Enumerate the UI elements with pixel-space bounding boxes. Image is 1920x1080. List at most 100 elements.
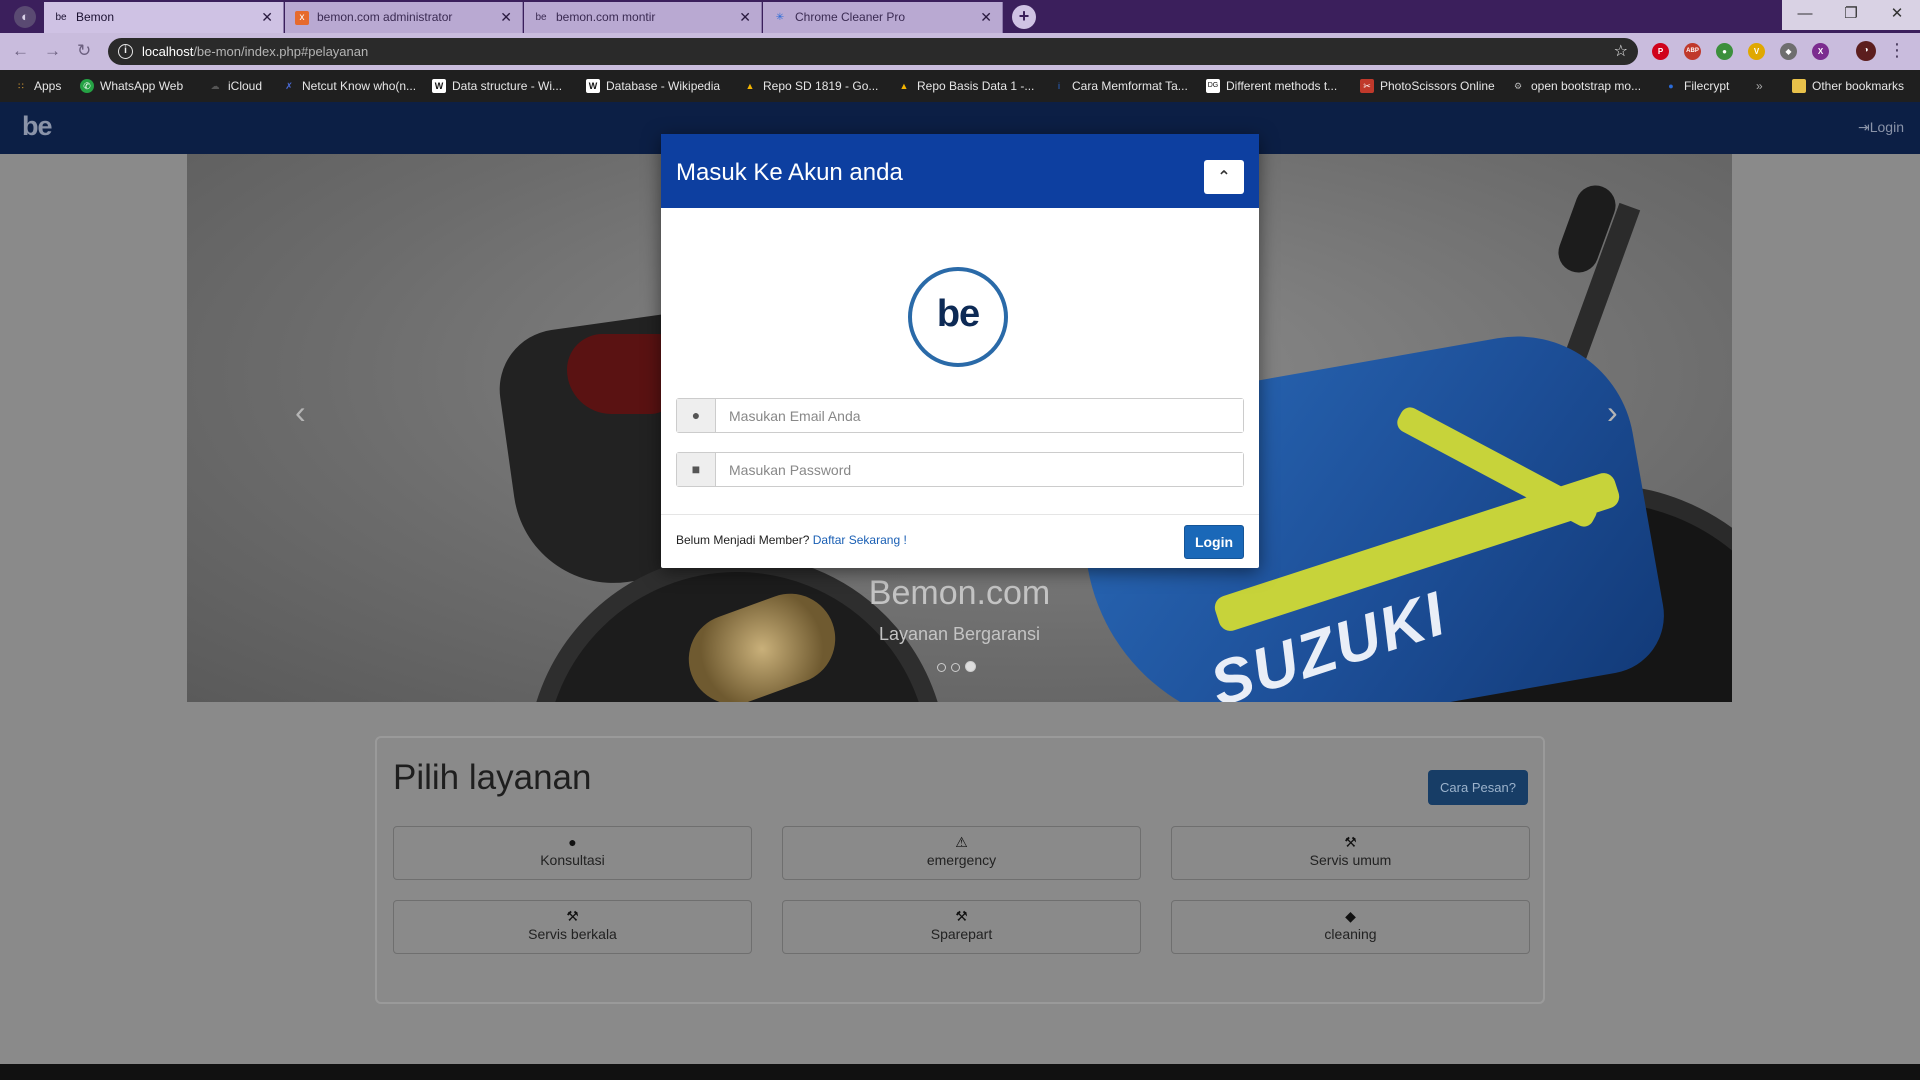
site-brand-logo[interactable]: be xyxy=(22,111,52,142)
carousel-indicator-active[interactable] xyxy=(965,661,976,672)
window-menu-icon[interactable]: ◐ xyxy=(14,6,36,28)
bookmark-open-bootstrap[interactable]: ⚙ open bootstrap mo... xyxy=(1511,70,1641,102)
be-favicon-icon: be xyxy=(535,12,547,23)
carousel-prev-icon[interactable]: ‹ xyxy=(295,394,306,431)
url-host: localhost xyxy=(142,44,194,59)
green-globe-icon[interactable]: ● xyxy=(1716,43,1733,60)
back-arrow-icon[interactable]: ← xyxy=(12,41,29,61)
service-konsultasi-button[interactable]: ● Konsultasi xyxy=(393,826,752,880)
pinterest-icon[interactable]: P xyxy=(1652,43,1669,60)
menu-icon[interactable]: ⋮ xyxy=(1888,40,1906,61)
gear-icon: ⚙ xyxy=(1513,81,1523,91)
adblock-icon[interactable]: ABP xyxy=(1684,43,1701,60)
bookmark-repo-sd[interactable]: ▲ Repo SD 1819 - Go... xyxy=(743,70,879,102)
password-input[interactable] xyxy=(717,453,1243,486)
modal-title: Masuk Ke Akun anda xyxy=(676,159,903,186)
whatsapp-icon: ✆ xyxy=(80,79,94,93)
bookmark-label: iCloud xyxy=(228,79,263,93)
tab-montir[interactable]: be bemon.com montir ✕ xyxy=(524,2,762,33)
xampp-favicon-icon: x xyxy=(295,11,309,25)
close-icon[interactable]: ✕ xyxy=(500,2,512,33)
restore-button[interactable]: ❐ xyxy=(1828,0,1874,30)
bookmark-repo-basis-data[interactable]: ▲ Repo Basis Data 1 -... xyxy=(897,70,1035,102)
info-icon[interactable]: i xyxy=(118,44,133,59)
carousel-next-icon[interactable]: › xyxy=(1607,394,1618,431)
tab-chrome-cleaner[interactable]: ✳ Chrome Cleaner Pro ✕ xyxy=(763,2,1003,33)
tab-bemon[interactable]: be Bemon ✕ xyxy=(44,2,284,33)
carousel-indicators xyxy=(937,659,981,677)
carousel-subtitle: Layanan Bergaransi xyxy=(878,624,1041,644)
wikipedia-icon: W xyxy=(586,79,600,93)
register-prompt: Belum Menjadi Member? Daftar Sekarang ! xyxy=(676,533,907,547)
reload-icon[interactable]: ↻ xyxy=(77,41,91,61)
service-cleaning-button[interactable]: ◆ cleaning xyxy=(1171,900,1530,954)
tab-title: bemon.com montir xyxy=(556,10,656,24)
minimize-button[interactable]: — xyxy=(1782,0,1828,30)
wrench-icon: ⚒ xyxy=(1344,834,1357,850)
user-icon: ● xyxy=(568,834,577,850)
other-bookmarks[interactable]: Other bookmarks xyxy=(1792,70,1904,102)
browser-tabstrip: ◐ be Bemon ✕ x bemon.com administrator ✕… xyxy=(0,0,1920,33)
bookmark-icloud[interactable]: ☁ iCloud xyxy=(208,70,263,102)
tab-title: Bemon xyxy=(76,10,115,24)
service-sparepart-button[interactable]: ⚒ Sparepart xyxy=(782,900,1141,954)
forward-arrow-icon[interactable]: → xyxy=(44,41,61,61)
user-icon: ● xyxy=(677,399,716,432)
service-label: Servis berkala xyxy=(528,926,617,942)
apps-grid-icon: ∷ xyxy=(18,81,24,91)
eraser-icon[interactable]: ◆ xyxy=(1780,43,1797,60)
bookmark-cara-memformat[interactable]: i Cara Memformat Ta... xyxy=(1052,70,1188,102)
bookmark-label: Netcut Know who(n... xyxy=(302,79,417,93)
carousel-indicator[interactable] xyxy=(951,663,960,672)
modal-header: Masuk Ke Akun anda ⌃ xyxy=(661,134,1259,208)
modal-collapse-button[interactable]: ⌃ xyxy=(1204,160,1244,194)
close-icon[interactable]: ✕ xyxy=(261,2,273,33)
vimium-icon[interactable]: V xyxy=(1748,43,1765,60)
new-tab-button[interactable]: + xyxy=(1012,5,1036,29)
window-close-button[interactable]: ✕ xyxy=(1874,0,1920,30)
password-input-group: ■ xyxy=(676,452,1244,487)
how-to-order-button[interactable]: Cara Pesan? xyxy=(1428,770,1528,805)
water-drop-icon: ◆ xyxy=(1345,908,1356,924)
login-button[interactable]: Login xyxy=(1184,525,1244,559)
tab-administrator[interactable]: x bemon.com administrator ✕ xyxy=(285,2,523,33)
bookmark-whatsapp[interactable]: ✆ WhatsApp Web xyxy=(80,70,183,102)
service-servis-umum-button[interactable]: ⚒ Servis umum xyxy=(1171,826,1530,880)
tab-title: Chrome Cleaner Pro xyxy=(795,10,906,24)
be-logo: be xyxy=(908,267,1008,367)
modal-footer: Belum Menjadi Member? Daftar Sekarang ! … xyxy=(661,514,1259,568)
close-icon[interactable]: ✕ xyxy=(980,2,992,33)
email-input[interactable] xyxy=(717,399,1243,432)
register-link[interactable]: Daftar Sekarang ! xyxy=(813,533,907,547)
bookmark-label: Other bookmarks xyxy=(1812,79,1905,93)
service-emergency-button[interactable]: ⚠ emergency xyxy=(782,826,1141,880)
filecrypt-icon: ● xyxy=(1668,81,1674,91)
netcut-icon: ✗ xyxy=(285,81,293,91)
bookmark-apps[interactable]: ∷ Apps xyxy=(14,70,61,102)
warning-icon: ⚠ xyxy=(955,834,968,850)
login-icon: ⇥ xyxy=(1858,119,1870,135)
service-servis-berkala-button[interactable]: ⚒ Servis berkala xyxy=(393,900,752,954)
profile-icon[interactable]: ◑ xyxy=(1856,41,1876,61)
purple-x-icon[interactable]: X xyxy=(1812,43,1829,60)
more-bookmarks-chevron-icon[interactable]: » xyxy=(1752,70,1763,102)
bookmark-label: Data structure - Wi... xyxy=(452,79,563,93)
navbar-login-link[interactable]: ⇥Login xyxy=(1858,119,1904,136)
window-bottom-edge xyxy=(0,1064,1920,1080)
bookmark-star-icon[interactable]: ☆ xyxy=(1614,38,1628,65)
bookmark-data-structure[interactable]: W Data structure - Wi... xyxy=(432,70,562,102)
wikipedia-icon: W xyxy=(432,79,446,93)
bookmark-netcut[interactable]: ✗ Netcut Know who(n... xyxy=(282,70,416,102)
bookmark-label: Database - Wikipedia xyxy=(606,79,721,93)
carousel-indicator[interactable] xyxy=(937,663,946,672)
logo-text: be xyxy=(936,293,980,335)
service-label: Servis umum xyxy=(1309,852,1392,868)
bookmark-label: Cara Memformat Ta... xyxy=(1072,79,1188,93)
tab-title: bemon.com administrator xyxy=(317,10,453,24)
close-icon[interactable]: ✕ xyxy=(739,2,751,33)
address-bar[interactable]: i localhost/be-mon/index.php#pelayanan ☆ xyxy=(108,38,1638,65)
bookmark-photoscissors[interactable]: ✂ PhotoScissors Online xyxy=(1360,70,1495,102)
bookmark-different-methods[interactable]: DG Different methods t... xyxy=(1206,70,1337,102)
bookmark-database[interactable]: W Database - Wikipedia xyxy=(586,70,720,102)
bookmark-filecrypt[interactable]: ● Filecrypt xyxy=(1664,70,1729,102)
